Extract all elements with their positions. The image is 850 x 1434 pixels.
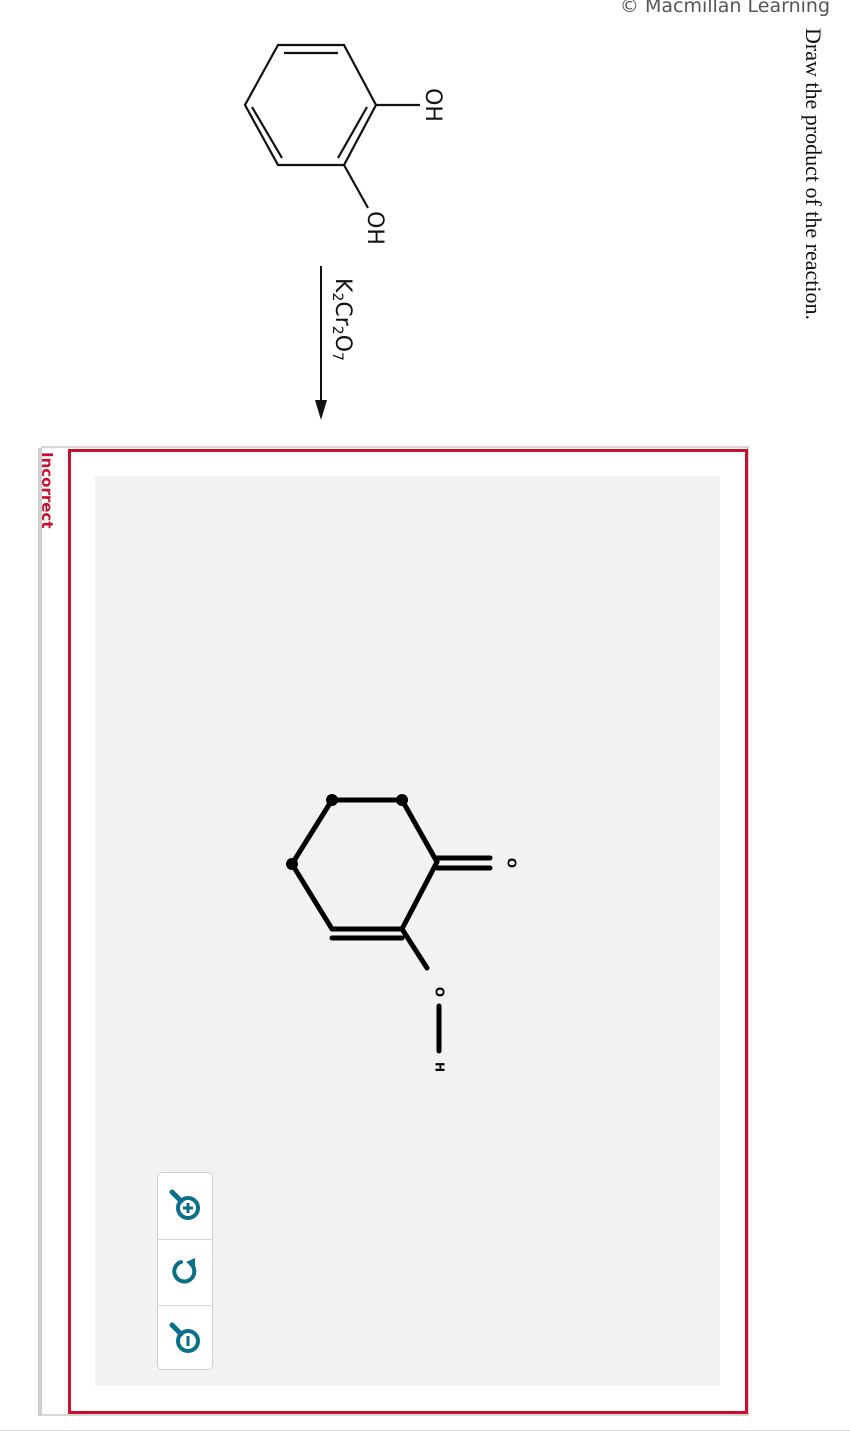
zoom-in-icon	[169, 1189, 200, 1220]
zoom-out-button[interactable]	[158, 1305, 212, 1370]
product-hydroxyl-h[interactable]: H	[433, 1062, 447, 1072]
reaction-scheme: OH OH K2Cr2O7	[243, 43, 445, 420]
reactant-oh-top: OH	[420, 88, 445, 122]
reset-view-button[interactable]	[158, 1239, 212, 1304]
reagent-cr: Cr	[330, 301, 355, 326]
reagent-o: O	[330, 335, 355, 352]
reagent-k: K	[330, 278, 355, 293]
reagent-formula: K2Cr2O7	[329, 278, 355, 361]
product-hydroxyl-o[interactable]: O	[433, 987, 447, 997]
reactant-oh-bottom: OH	[362, 211, 387, 245]
canvas-toolbar	[157, 1172, 213, 1370]
reagent-k-sub: 2	[329, 292, 345, 301]
reactant-molecule	[243, 43, 420, 209]
reset-icon	[172, 1258, 197, 1284]
page-bottom-divider	[0, 1430, 850, 1431]
reaction-arrow	[315, 266, 327, 420]
zoom-in-button[interactable]	[158, 1173, 212, 1237]
reagent-o-sub: 7	[329, 352, 345, 361]
zoom-out-icon	[169, 1322, 200, 1353]
product-carbonyl-o[interactable]: O	[505, 858, 519, 868]
reagent-cr-sub: 2	[329, 326, 345, 335]
